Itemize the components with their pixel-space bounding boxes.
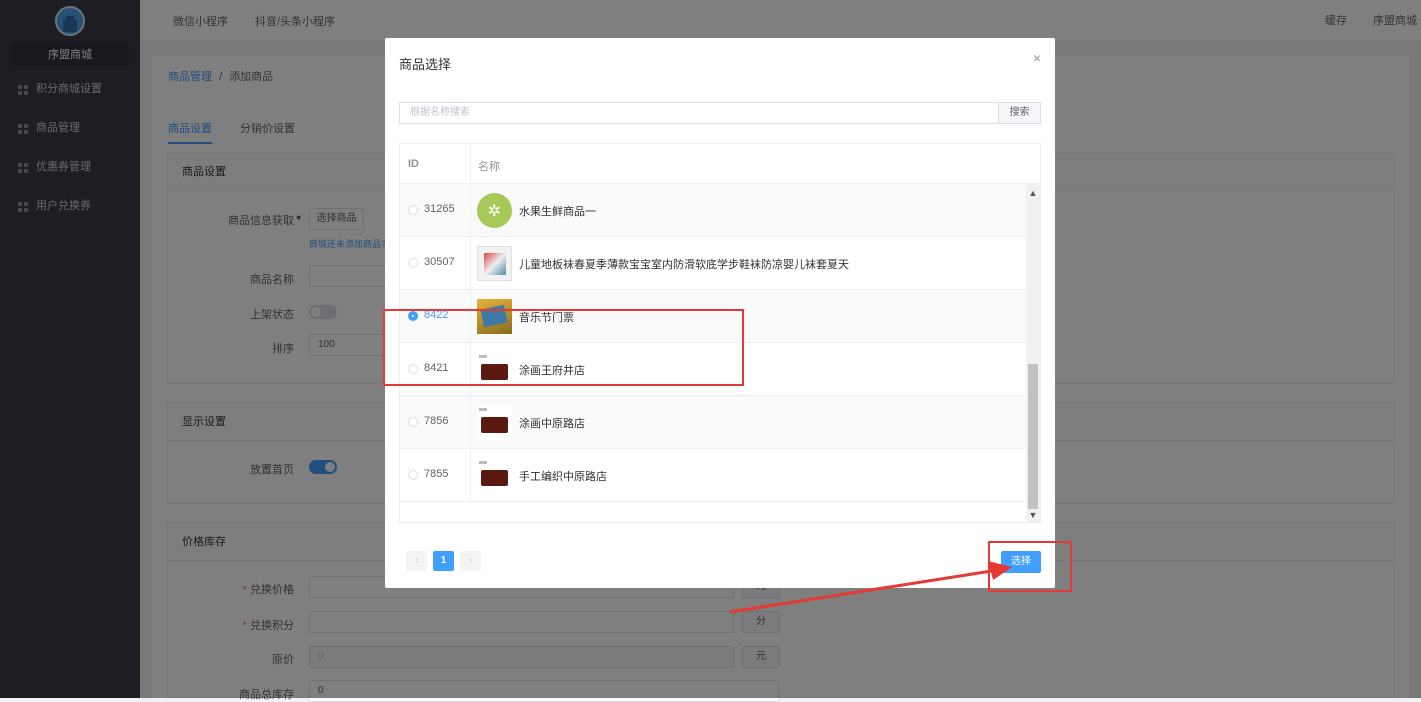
annotation-arrow <box>729 561 1012 614</box>
